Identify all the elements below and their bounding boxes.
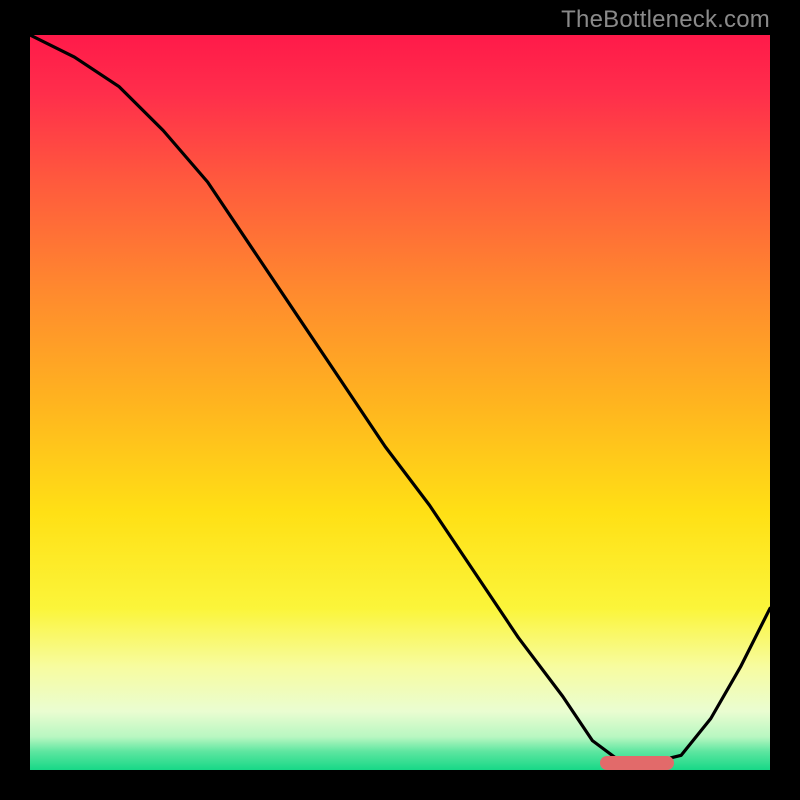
plot-area [30, 35, 770, 770]
watermark-text: TheBottleneck.com [561, 6, 770, 34]
optimal-range-marker [600, 756, 674, 770]
chart-frame: TheBottleneck.com [0, 0, 800, 800]
bottleneck-curve [30, 35, 770, 770]
